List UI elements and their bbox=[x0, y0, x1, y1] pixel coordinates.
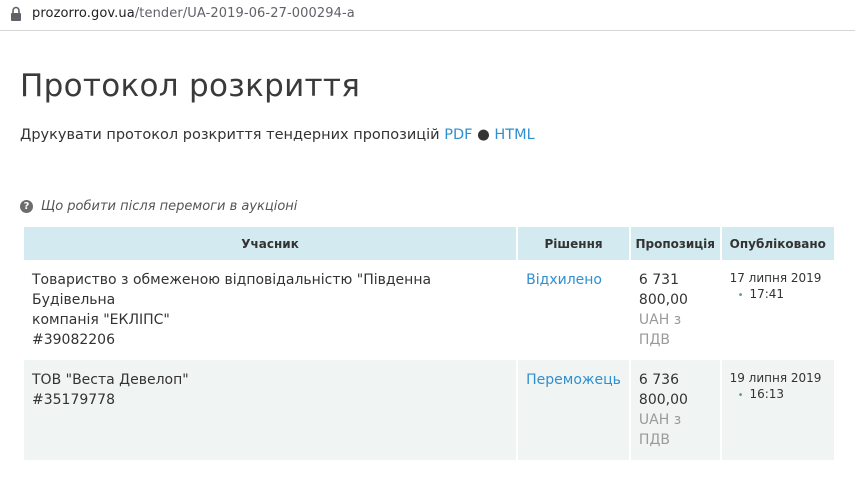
bid-currency: UAH з bbox=[638, 412, 682, 428]
published-time: 16:13 bbox=[730, 386, 826, 404]
header-participant: Учасник bbox=[24, 227, 517, 260]
page-title: Протокол розкриття bbox=[20, 68, 361, 104]
pdf-link[interactable]: PDF bbox=[444, 127, 472, 143]
print-protocol-text: Друкувати протокол розкриття тендерних п… bbox=[20, 127, 440, 143]
bid-currency: ПДВ bbox=[638, 432, 670, 448]
bid-cell: 6 736 800,00 UAH з ПДВ bbox=[630, 360, 720, 460]
table-row: ТОВ "Веста Девелоп" #35179778 Переможець… bbox=[24, 360, 834, 460]
question-circle-icon: ? bbox=[20, 200, 33, 213]
html-link[interactable]: HTML bbox=[494, 127, 534, 143]
help-link[interactable]: ? Що робити після перемоги в аукціоні bbox=[20, 199, 297, 214]
table-row: Товариство з обмеженою відповідальністю … bbox=[24, 260, 834, 360]
bid-amount: 800,00 bbox=[638, 292, 688, 308]
url-path: /tender/UA-2019-06-27-000294-a bbox=[134, 6, 355, 21]
help-link-label: Що робити після перемоги в аукціоні bbox=[41, 199, 298, 214]
bid-currency: ПДВ bbox=[638, 332, 670, 348]
participant-cell: Товариство з обмеженою відповідальністю … bbox=[24, 260, 517, 360]
participant-code: #39082206 bbox=[32, 332, 115, 348]
participant-name-line: ТОВ "Веста Девелоп" bbox=[32, 372, 189, 388]
decision-cell: Відхилено bbox=[518, 260, 629, 360]
address-bar[interactable]: prozorro.gov.ua/tender/UA-2019-06-27-000… bbox=[0, 0, 855, 31]
separator-dot: ● bbox=[477, 127, 490, 143]
bid-cell: 6 731 800,00 UAH з ПДВ bbox=[630, 260, 720, 360]
bid-currency: UAH з bbox=[638, 312, 682, 328]
participant-cell: ТОВ "Веста Девелоп" #35179778 bbox=[24, 360, 517, 460]
print-protocol-line: Друкувати протокол розкриття тендерних п… bbox=[20, 127, 535, 143]
participant-name-line: компанія "ЕКЛІПС" bbox=[32, 312, 170, 328]
url-host: prozorro.gov.ua bbox=[32, 6, 135, 21]
header-bid: Пропозиція bbox=[630, 227, 720, 260]
lock-icon bbox=[11, 6, 21, 21]
published-time: 17:41 bbox=[730, 286, 826, 304]
participant-name-line: Товариство з обмеженою відповідальністю … bbox=[32, 272, 432, 308]
url-text[interactable]: prozorro.gov.ua/tender/UA-2019-06-27-000… bbox=[32, 6, 355, 21]
table-header-row: Учасник Рішення Пропозиція Опубліковано bbox=[24, 227, 834, 260]
bid-amount: 6 731 bbox=[638, 272, 680, 288]
published-date: 17 липня 2019 bbox=[729, 271, 822, 285]
decision-cell: Переможець bbox=[518, 360, 629, 460]
bids-table: Учасник Рішення Пропозиція Опубліковано … bbox=[22, 227, 836, 460]
published-cell: 17 липня 2019 17:41 bbox=[721, 260, 834, 360]
published-date: 19 липня 2019 bbox=[729, 371, 822, 385]
header-published: Опубліковано bbox=[721, 227, 834, 260]
header-decision: Рішення bbox=[518, 227, 629, 260]
decision-link[interactable]: Переможець bbox=[526, 372, 621, 388]
published-cell: 19 липня 2019 16:13 bbox=[721, 360, 834, 460]
bid-amount: 800,00 bbox=[638, 392, 688, 408]
participant-code: #35179778 bbox=[32, 392, 115, 408]
decision-link[interactable]: Відхилено bbox=[526, 272, 602, 288]
bid-amount: 6 736 bbox=[638, 372, 680, 388]
